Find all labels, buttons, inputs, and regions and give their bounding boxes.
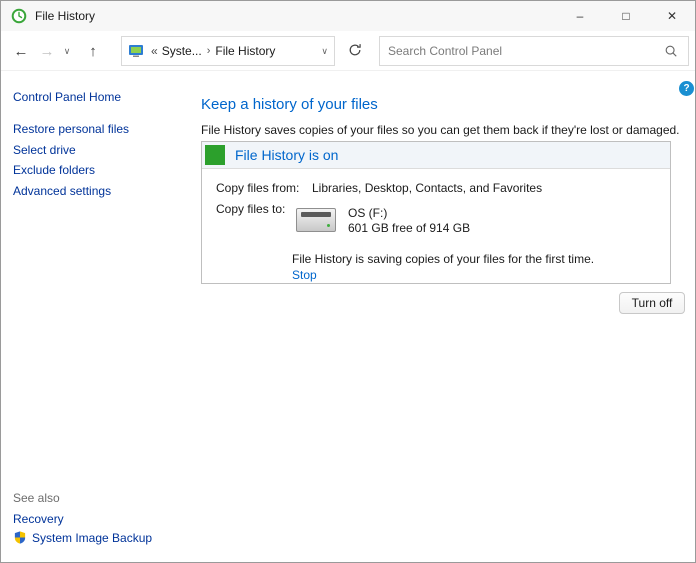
sidebar-item-exclude-folders[interactable]: Exclude folders: [13, 163, 95, 177]
search-icon[interactable]: [664, 44, 678, 58]
sidebar-item-advanced-settings[interactable]: Advanced settings: [13, 184, 111, 198]
breadcrumb-item-file-history[interactable]: File History: [213, 44, 277, 58]
file-history-app-icon: [11, 8, 27, 24]
window-controls: – □ ✕: [557, 1, 695, 31]
window-title: File History: [35, 9, 95, 23]
refresh-button[interactable]: [343, 39, 367, 63]
saving-status-message: File History is saving copies of your fi…: [292, 252, 594, 266]
status-on-indicator: [205, 145, 225, 165]
sidebar-item-system-image-backup[interactable]: System Image Backup: [13, 530, 152, 545]
see-also-heading: See also: [13, 491, 60, 505]
sidebar-item-recovery[interactable]: Recovery: [13, 512, 64, 526]
page-description: File History saves copies of your files …: [201, 123, 680, 137]
breadcrumb-separator-icon: ›: [204, 45, 214, 57]
file-history-status-panel: File History is on Copy files from: Libr…: [201, 141, 671, 284]
breadcrumb-overflow-icon[interactable]: «: [149, 44, 160, 58]
status-title: File History is on: [235, 147, 338, 163]
titlebar: File History – □ ✕: [1, 1, 695, 31]
sidebar-item-restore-personal-files[interactable]: Restore personal files: [13, 122, 129, 136]
maximize-button[interactable]: □: [603, 1, 649, 31]
drive-icon: [296, 208, 336, 232]
minimize-button[interactable]: –: [557, 1, 603, 31]
copy-files-from-value: Libraries, Desktop, Contacts, and Favori…: [312, 181, 542, 195]
breadcrumb-item-system[interactable]: Syste...: [160, 44, 204, 58]
search-input[interactable]: [380, 44, 664, 58]
address-bar[interactable]: « Syste... › File History ∨: [121, 36, 335, 66]
back-button[interactable]: ←: [9, 39, 33, 63]
system-image-backup-label: System Image Backup: [32, 531, 152, 545]
status-panel-header: File History is on: [202, 142, 670, 169]
page-title: Keep a history of your files: [201, 96, 378, 113]
up-button[interactable]: ↑: [81, 39, 105, 63]
close-button[interactable]: ✕: [649, 1, 695, 31]
turn-off-button[interactable]: Turn off: [619, 292, 685, 314]
copy-files-from-label: Copy files from:: [216, 181, 299, 195]
sidebar-item-select-drive[interactable]: Select drive: [13, 143, 76, 157]
refresh-icon: [348, 43, 362, 60]
help-icon[interactable]: ?: [679, 81, 694, 96]
control-panel-icon: [128, 43, 144, 59]
address-dropdown-chevron-icon[interactable]: ∨: [321, 46, 328, 57]
uac-shield-icon: [13, 530, 27, 545]
navigation-toolbar: ← → ∨ ↑ « Syste... › File History ∨: [1, 31, 695, 71]
stop-link[interactable]: Stop: [292, 268, 317, 282]
forward-button[interactable]: →: [35, 39, 59, 63]
sidebar-item-control-panel-home[interactable]: Control Panel Home: [13, 90, 121, 104]
drive-name: OS (F:): [348, 206, 387, 220]
search-box: [379, 36, 689, 66]
drive-free-space: 601 GB free of 914 GB: [348, 221, 470, 235]
copy-files-to-label: Copy files to:: [216, 202, 285, 216]
recent-locations-chevron-icon[interactable]: ∨: [59, 39, 75, 63]
file-history-window: File History – □ ✕ ← → ∨ ↑ « Syste... › …: [0, 0, 696, 563]
